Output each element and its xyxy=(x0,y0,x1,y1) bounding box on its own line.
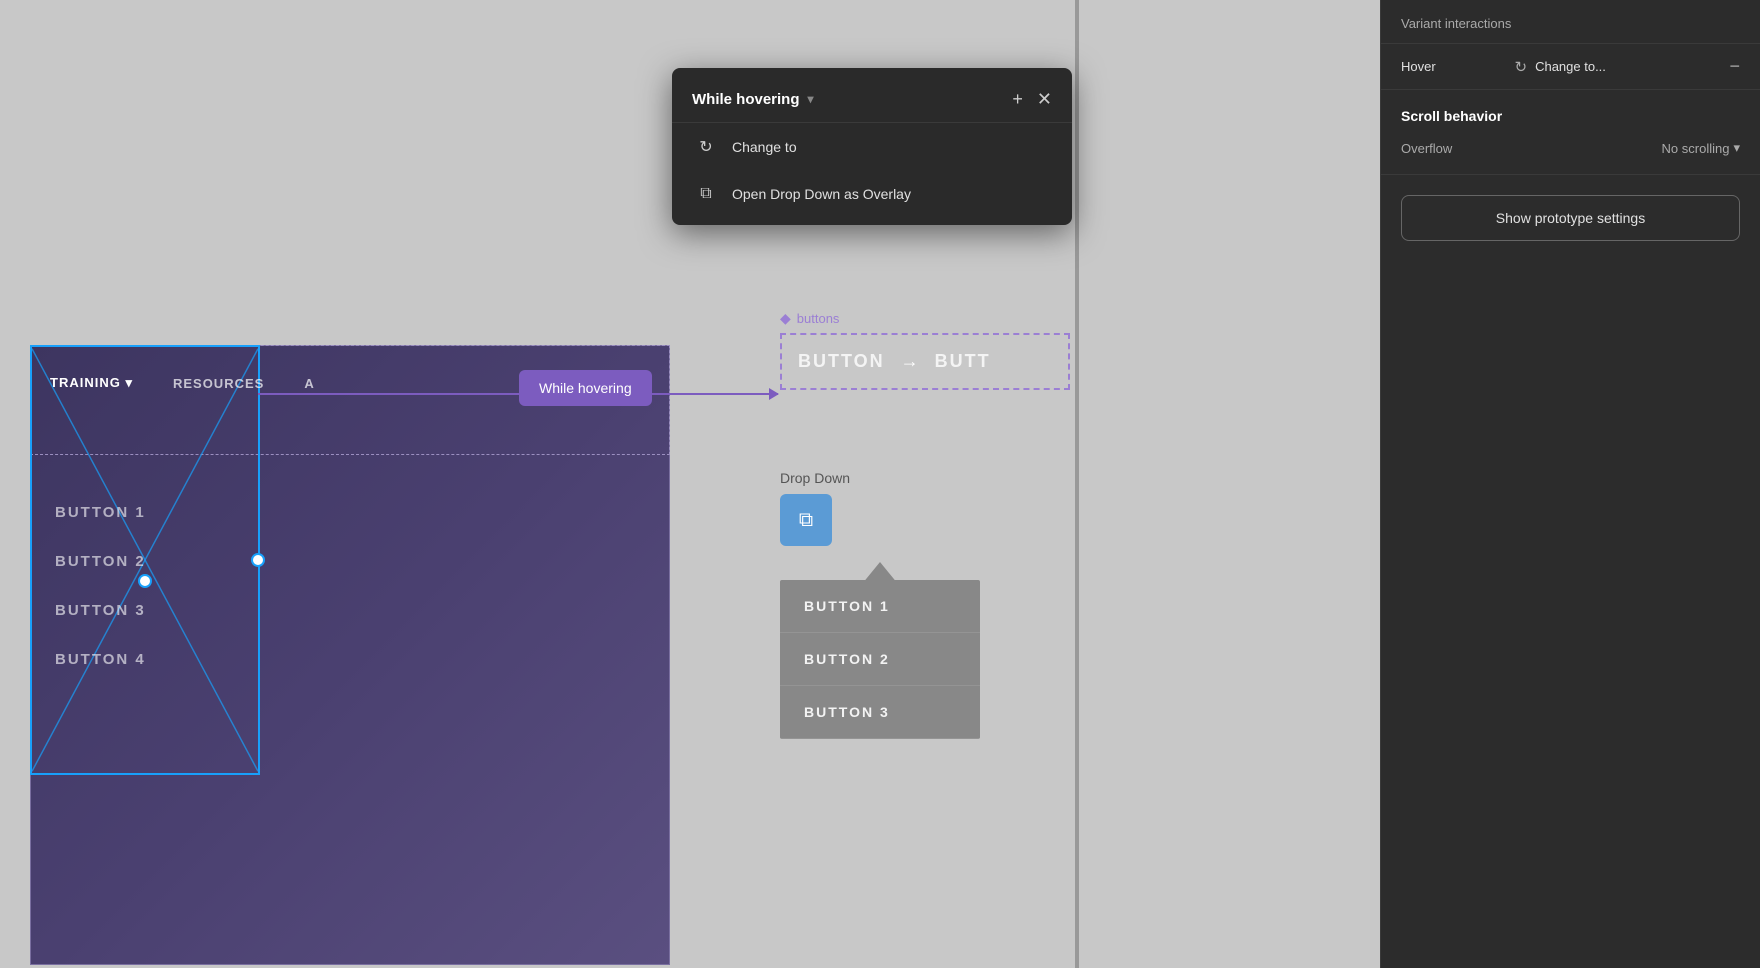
nav-item-resources[interactable]: RESOURCES xyxy=(173,376,264,391)
overlay-menu-icon: ⧉ xyxy=(696,185,716,203)
button-list-item-2: BUTTON 2 xyxy=(55,539,146,584)
button-list: BUTTON 1 BUTTON 2 BUTTON 3 BUTTON 4 xyxy=(55,490,146,682)
button-list-item-4: BUTTON 4 xyxy=(55,637,146,682)
chevron-down-icon: ▾ xyxy=(1733,140,1740,156)
popup-chevron-icon[interactable]: ▾ xyxy=(808,92,814,106)
right-panel: Variant interactions Hover ↻ Change to..… xyxy=(1380,0,1760,968)
panel-divider xyxy=(1075,0,1079,968)
dropdown-component: Drop Down ⧉ xyxy=(780,470,850,546)
popup-menu: While hovering ▾ + ✕ ↻ Change to ⧉ Open … xyxy=(672,68,1072,225)
change-to-icon: ↻ xyxy=(1515,58,1528,76)
buttons-component-label: ◆ buttons xyxy=(780,310,1070,327)
buttons-dashed-box: BUTTON → BUTT xyxy=(780,333,1070,390)
overflow-row: Overflow No scrolling ▾ xyxy=(1401,140,1740,156)
popup-item-change-to[interactable]: ↻ Change to xyxy=(672,123,1072,171)
popup-close-button[interactable]: ✕ xyxy=(1037,90,1052,108)
hover-bubble[interactable]: While hovering xyxy=(519,370,652,406)
buttons-component[interactable]: ◆ buttons BUTTON → BUTT xyxy=(780,310,1070,390)
change-to-text: Change to... xyxy=(1535,59,1717,74)
popup-add-button[interactable]: + xyxy=(1012,90,1023,108)
nav-item-a[interactable]: A xyxy=(304,376,314,391)
popup-actions: + ✕ xyxy=(1012,90,1052,108)
button-text-1: BUTTON xyxy=(798,351,885,372)
arrow-right-icon: → xyxy=(901,351,919,372)
dropdown-icon-box[interactable]: ⧉ xyxy=(780,494,832,546)
popup-title: While hovering ▾ xyxy=(692,91,1000,108)
popup-header: While hovering ▾ + ✕ xyxy=(672,76,1072,123)
arrow-connection-line xyxy=(258,393,778,395)
button-list-item-1: BUTTON 1 xyxy=(55,490,146,535)
dropdown-label: Drop Down xyxy=(780,470,850,486)
change-to-row: ↻ Change to... xyxy=(1515,58,1718,76)
overflow-label: Overflow xyxy=(1401,141,1452,156)
gray-button-1: BUTTON 1 xyxy=(780,580,980,633)
gray-button-3: BUTTON 3 xyxy=(780,686,980,739)
nav-bar: TRAINING ▾ RESOURCES A xyxy=(30,375,335,391)
overlay-icon: ⧉ xyxy=(799,509,813,532)
panel-top-section: Variant interactions xyxy=(1381,0,1760,44)
overflow-value-dropdown[interactable]: No scrolling ▾ xyxy=(1662,140,1740,156)
variant-interactions-label: Variant interactions xyxy=(1401,16,1740,31)
remove-interaction-button[interactable]: − xyxy=(1729,56,1740,77)
scroll-behavior-section: Scroll behavior Overflow No scrolling ▾ xyxy=(1381,90,1760,175)
gray-button-list: BUTTON 1 BUTTON 2 BUTTON 3 xyxy=(780,580,980,739)
connection-point-right[interactable] xyxy=(251,553,265,567)
show-prototype-settings-button[interactable]: Show prototype settings xyxy=(1401,195,1740,241)
nav-item-training[interactable]: TRAINING ▾ xyxy=(50,375,133,391)
change-to-menu-label: Change to xyxy=(732,139,797,155)
scroll-behavior-title: Scroll behavior xyxy=(1401,108,1740,124)
button-list-item-3: BUTTON 3 xyxy=(55,588,146,633)
change-to-menu-icon: ↻ xyxy=(696,137,716,157)
hover-interaction-row[interactable]: Hover ↻ Change to... − xyxy=(1381,44,1760,90)
hover-trigger-label: Hover xyxy=(1401,59,1503,74)
button-text-2: BUTT xyxy=(935,351,991,372)
diamond-icon: ◆ xyxy=(780,310,791,327)
gray-button-2: BUTTON 2 xyxy=(780,633,980,686)
open-overlay-menu-label: Open Drop Down as Overlay xyxy=(732,186,911,202)
popup-item-open-overlay[interactable]: ⧉ Open Drop Down as Overlay xyxy=(672,171,1072,217)
